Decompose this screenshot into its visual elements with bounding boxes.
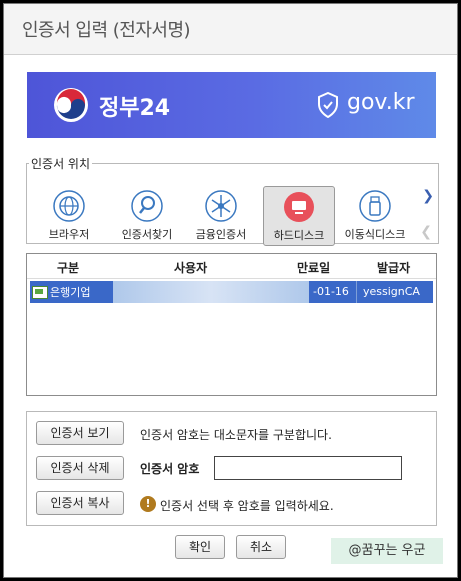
scroll-right-icon[interactable]: ❯ [422, 188, 434, 204]
password-label: 인증서 암호 [140, 462, 200, 476]
globe-icon [53, 190, 85, 222]
header-expiry[interactable]: 만료일 [297, 259, 330, 276]
table-header: 구분 사용자 만료일 발급자 [27, 254, 436, 279]
row-expiry-cell: -01-16 [313, 285, 349, 298]
table-row[interactable]: 은행기업 -01-16 yessignCA ... [30, 281, 433, 311]
location-removable-disk[interactable]: 이동식디스크 [339, 186, 411, 246]
magnifier-icon [131, 190, 163, 222]
cert-dialog: 인증서 입력 (전자서명) 정부24 gov.kr 인증서 위치 브라우저 인증… [3, 3, 458, 578]
row-user-cell-blurred [113, 281, 309, 303]
network-icon [205, 190, 237, 222]
warning-icon: ! [140, 496, 156, 512]
location-hard-disk[interactable]: 하드디스크 [263, 186, 335, 246]
location-label: 인증서찾기 [121, 228, 173, 241]
certificate-icon [32, 285, 48, 299]
location-financial-cert[interactable]: 금융인증서 [185, 186, 257, 246]
header-user[interactable]: 사용자 [174, 259, 207, 276]
cert-location-legend: 인증서 위치 [31, 157, 91, 171]
copy-cert-button[interactable]: 인증서 복사 [36, 491, 124, 515]
warning-text: 인증서 선택 후 암호를 입력하세요. [160, 499, 334, 513]
gov-domain-text: gov.kr [347, 90, 415, 115]
monitor-icon [284, 192, 314, 222]
gov24-logo-text: 정부24 [99, 96, 171, 121]
cancel-button[interactable]: 취소 [236, 535, 286, 559]
case-notice-text: 인증서 암호는 대소문자를 구분합니다. [140, 428, 332, 442]
gov24-banner: 정부24 gov.kr [27, 72, 436, 138]
row-type-cell: 은행기업 [32, 284, 90, 300]
location-find-cert[interactable]: 인증서찾기 [111, 186, 183, 246]
row-type-text: 은행기업 [50, 286, 91, 299]
usb-icon [359, 190, 391, 222]
location-label: 금융인증서 [195, 228, 247, 241]
row-issuer-cell: yessignCA ... [363, 285, 420, 311]
scroll-left-icon[interactable]: ❮ [420, 224, 432, 240]
taegeuk-emblem-icon [54, 88, 88, 122]
watermark-text: @꿈꾸는 우군 [331, 538, 443, 564]
column-divider [356, 281, 357, 303]
title-bar[interactable]: 인증서 입력 (전자서명) [4, 4, 457, 55]
header-type[interactable]: 구분 [57, 259, 79, 276]
cert-list-table: 구분 사용자 만료일 발급자 은행기업 -01-16 yessignCA ... [26, 253, 437, 396]
delete-cert-button[interactable]: 인증서 삭제 [36, 456, 124, 480]
ok-button[interactable]: 확인 [175, 535, 225, 559]
view-cert-button[interactable]: 인증서 보기 [36, 421, 124, 445]
header-issuer[interactable]: 발급자 [377, 259, 410, 276]
location-label: 이동식디스크 [344, 228, 406, 241]
window-title: 인증서 입력 (전자서명) [22, 20, 191, 41]
cert-action-panel: 인증서 보기 인증서 암호는 대소문자를 구분합니다. 인증서 삭제 인증서 암… [26, 411, 437, 526]
location-label: 하드디스크 [273, 229, 325, 242]
password-input[interactable] [214, 456, 402, 480]
location-browser[interactable]: 브라우저 [33, 186, 105, 246]
location-label: 브라우저 [48, 228, 90, 241]
cert-location-group: 인증서 위치 브라우저 인증서찾기 금융인증서 하드디스크 이동식디스크 ❯ ❮ [26, 155, 439, 246]
shield-check-icon [318, 92, 338, 118]
